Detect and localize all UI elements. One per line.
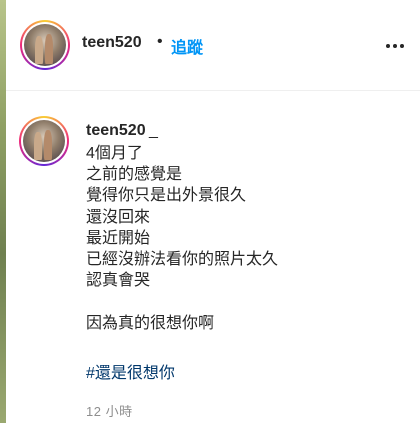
post-timestamp[interactable]: 12 小時 (86, 401, 133, 420)
hashtag-link[interactable]: #還是很想你 (86, 359, 175, 383)
post-panel: teen520 • 追蹤 teen520 _ 4個月了 之前的感覺是 覺得你只是… (0, 0, 420, 423)
avatar-image (24, 24, 66, 66)
follow-button[interactable]: 追蹤 (171, 34, 203, 58)
avatar-image (23, 120, 65, 162)
caption-line: 因為真的很想你啊 (86, 314, 215, 332)
caption-line: 之前的感覺是 (86, 166, 183, 184)
caption-line: 最近開始 (86, 229, 151, 247)
more-options-icon[interactable] (386, 44, 404, 48)
caption-username[interactable]: teen520 (86, 122, 146, 140)
caption-line: 4個月了 (86, 145, 143, 162)
caption-avatar[interactable] (19, 116, 69, 166)
post-header: teen520 • 追蹤 (6, 0, 420, 91)
post-caption: teen520 _ 4個月了 之前的感覺是 覺得你只是出外景很久 還沒回來 最近… (6, 91, 420, 423)
caption-text: 4個月了 之前的感覺是 覺得你只是出外景很久 還沒回來 最近開始 已經沒辦法看你… (86, 143, 278, 334)
caption-line: 覺得你只是出外景很久 (86, 187, 247, 205)
caption-line: 已經沒辦法看你的照片太久 (86, 251, 279, 269)
header-username[interactable]: teen520 (82, 34, 142, 52)
separator-dot: • (157, 33, 163, 50)
caption-line: 認真會哭 (86, 272, 151, 290)
caption-line (86, 291, 278, 312)
caption-line: 還沒回來 (86, 208, 151, 226)
header-avatar[interactable] (20, 20, 70, 70)
caption-username-suffix: _ (149, 122, 158, 139)
